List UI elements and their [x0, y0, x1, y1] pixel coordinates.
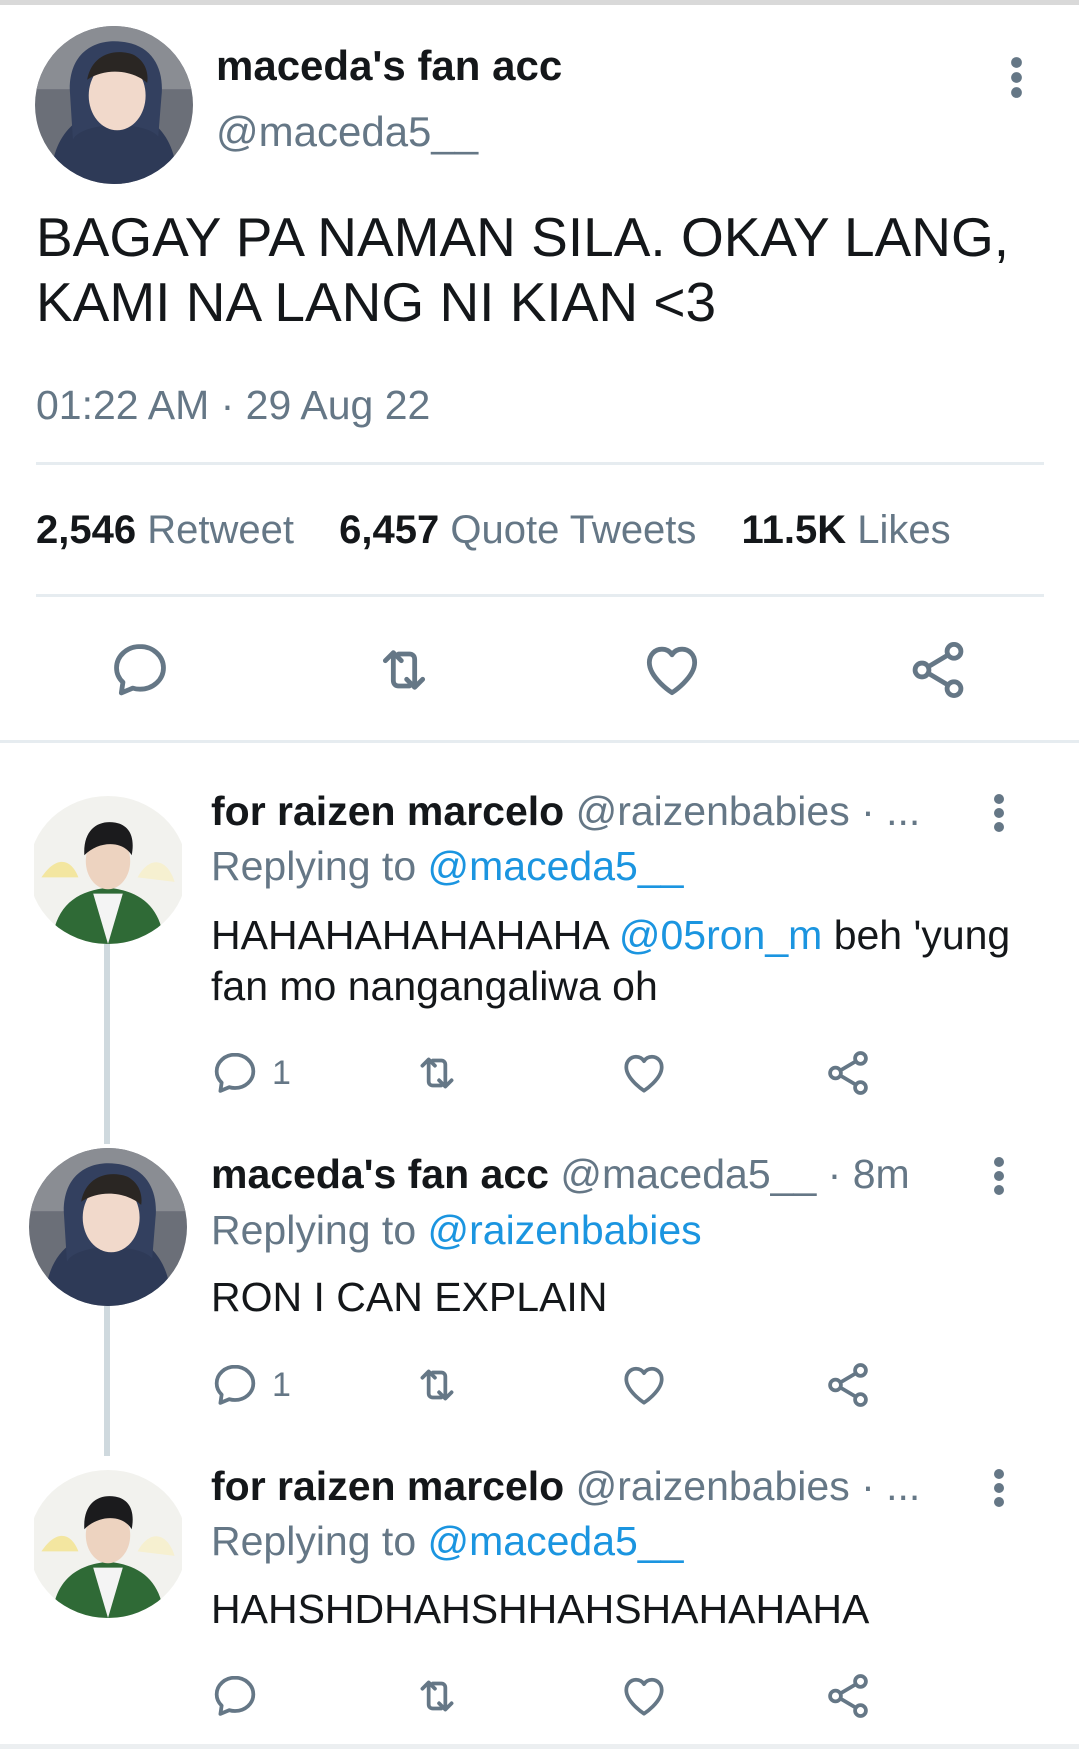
reply-icon[interactable]	[108, 638, 172, 702]
retweet-icon[interactable]	[372, 638, 436, 702]
tweet-timestamp: 01:22 AM · 29 Aug 22	[36, 382, 431, 428]
avatar[interactable]	[29, 1470, 187, 1618]
likes-label: Likes	[857, 508, 951, 552]
more-options-icon[interactable]	[993, 793, 1005, 833]
replying-to: Replying to @maceda5__	[211, 1518, 683, 1565]
avatar[interactable]	[29, 796, 187, 944]
reply-time: · 8m	[827, 1151, 910, 1197]
reply-time: · ...	[861, 788, 921, 834]
likes-stat[interactable]: 11.5K Likes	[742, 508, 951, 552]
reply-display-name[interactable]: for raizen marcelo	[211, 788, 564, 834]
replying-to: Replying to @raizenbabies	[211, 1207, 702, 1254]
retweet-label: Retweet	[147, 508, 294, 552]
avatar[interactable]	[35, 26, 193, 184]
share-icon[interactable]	[823, 1048, 873, 1098]
replying-to-prefix: Replying to	[211, 1207, 417, 1253]
reply-header: for raizen marcelo @raizenbabies · ...	[211, 1463, 920, 1510]
quote-count: 6,457	[339, 508, 440, 552]
avatar[interactable]	[29, 1148, 187, 1306]
replying-to-link[interactable]: @maceda5__	[428, 843, 684, 889]
engagement-stats: 2,546 Retweet 6,457 Quote Tweets 11.5K L…	[36, 508, 985, 553]
mention-link[interactable]: @05ron_m	[619, 912, 822, 958]
reply-text: HAHAHAHAHAHAHA @05ron_m beh 'yung fan mo…	[211, 910, 1011, 1012]
retweet-stat[interactable]: 2,546 Retweet	[36, 508, 294, 552]
share-icon[interactable]	[823, 1360, 873, 1410]
divider	[36, 594, 1044, 597]
like-icon[interactable]	[619, 1360, 669, 1410]
replying-to-link[interactable]: @maceda5__	[428, 1518, 684, 1564]
quote-tweets-stat[interactable]: 6,457 Quote Tweets	[339, 508, 696, 552]
replying-to-prefix: Replying to	[211, 843, 417, 889]
thread-line	[104, 1306, 110, 1456]
reply-text: HAHSHDHAHSHHAHSHAHAHAHA	[211, 1586, 870, 1632]
reply-display-name[interactable]: maceda's fan acc	[211, 1151, 549, 1197]
replying-to: Replying to @maceda5__	[211, 843, 683, 890]
reply-icon[interactable]	[210, 1360, 260, 1410]
section-divider	[0, 740, 1079, 743]
reply-text-part: HAHAHAHAHAHAHA	[211, 912, 608, 958]
divider	[36, 462, 1044, 465]
reply-icon[interactable]	[210, 1671, 260, 1721]
quote-label: Quote Tweets	[450, 508, 697, 552]
retweet-count: 2,546	[36, 508, 137, 552]
retweet-icon[interactable]	[412, 1360, 462, 1410]
reply-text: RON I CAN EXPLAIN	[211, 1274, 608, 1320]
more-options-icon[interactable]	[1010, 56, 1023, 99]
more-options-icon[interactable]	[993, 1156, 1005, 1196]
reply-time: · ...	[861, 1463, 921, 1509]
main-tweet-handle[interactable]: @maceda5__	[216, 108, 478, 156]
reply-handle[interactable]: @raizenbabies	[576, 788, 850, 834]
retweet-icon[interactable]	[412, 1671, 462, 1721]
replying-to-prefix: Replying to	[211, 1518, 417, 1564]
thread-line	[104, 944, 110, 1144]
reply-header: maceda's fan acc @maceda5__ · 8m	[211, 1151, 910, 1198]
likes-count: 11.5K	[741, 508, 847, 552]
tweet-text: BAGAY PA NAMAN SILA. OKAY LANG, KAMI NA …	[36, 206, 1010, 333]
reply-count: 1	[272, 1054, 291, 1092]
top-divider	[0, 0, 1079, 5]
replying-to-link[interactable]: @raizenbabies	[428, 1207, 702, 1253]
reply-count: 1	[272, 1366, 291, 1404]
like-icon[interactable]	[619, 1671, 669, 1721]
bottom-divider	[0, 1744, 1079, 1749]
like-icon[interactable]	[619, 1048, 669, 1098]
reply-icon[interactable]	[210, 1048, 260, 1098]
share-icon[interactable]	[906, 638, 970, 702]
share-icon[interactable]	[823, 1671, 873, 1721]
reply-handle[interactable]: @raizenbabies	[576, 1463, 850, 1509]
reply-display-name[interactable]: for raizen marcelo	[211, 1463, 564, 1509]
reply-handle[interactable]: @maceda5__	[560, 1151, 816, 1197]
like-icon[interactable]	[640, 638, 704, 702]
reply-header: for raizen marcelo @raizenbabies · ...	[211, 788, 920, 835]
main-tweet-display-name[interactable]: maceda's fan acc	[216, 42, 562, 90]
retweet-icon[interactable]	[412, 1048, 462, 1098]
more-options-icon[interactable]	[993, 1468, 1005, 1508]
